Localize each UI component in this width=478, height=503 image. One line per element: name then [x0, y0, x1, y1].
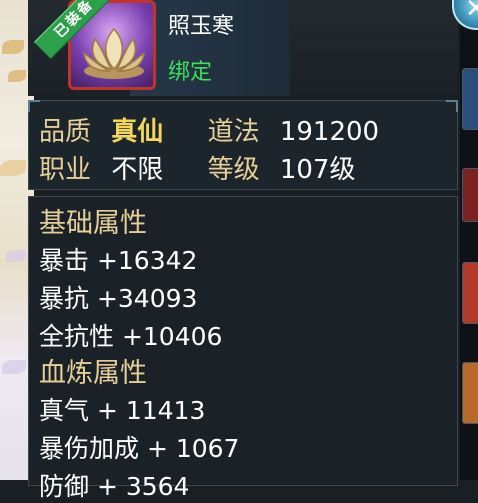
quality-value: 真仙 [111, 117, 164, 147]
blood-attributes-title: 血炼属性 [39, 358, 147, 389]
close-button[interactable]: ✕ [452, 0, 478, 30]
base-attribute-crit-resist: 暴抗 +34093 [39, 284, 198, 313]
item-header: 已装备 照玉寒 绑定 ✕ [28, 0, 478, 96]
level-label: 等级 [207, 155, 260, 185]
quality-label: 品质 [39, 117, 92, 147]
equipped-ribbon-wrap: 已装备 [30, 0, 115, 90]
close-icon: ✕ [465, 0, 478, 24]
item-info-panel: 品质 真仙 道法 191200 职业 不限 等级 107级 [28, 100, 458, 190]
dao-label: 道法 [207, 117, 260, 147]
class-label: 职业 [39, 155, 92, 185]
item-name: 照玉寒 [168, 14, 235, 39]
blood-attribute-zhenqi: 真气 + 11413 [39, 396, 206, 425]
base-attributes-title: 基础属性 [39, 208, 147, 239]
base-attribute-all-resist: 全抗性 +10406 [39, 322, 223, 351]
blood-attribute-crit-damage: 暴伤加成 + 1067 [39, 434, 240, 463]
panel-corner [446, 100, 458, 112]
info-row-class: 职业 不限 等级 107级 [39, 149, 355, 186]
base-attribute-crit: 暴击 +16342 [39, 246, 198, 275]
background-inventory-strip [460, 0, 478, 480]
info-row-quality: 品质 真仙 道法 191200 [39, 111, 379, 148]
level-value: 107级 [279, 155, 356, 185]
blood-attribute-defense: 防御 + 3564 [39, 472, 190, 501]
bind-status: 绑定 [168, 60, 213, 85]
dao-value: 191200 [279, 117, 380, 147]
item-stats-panel: 基础属性 暴击 +16342 暴抗 +34093 全抗性 +10406 血炼属性… [28, 196, 458, 501]
class-value: 不限 [111, 155, 164, 185]
